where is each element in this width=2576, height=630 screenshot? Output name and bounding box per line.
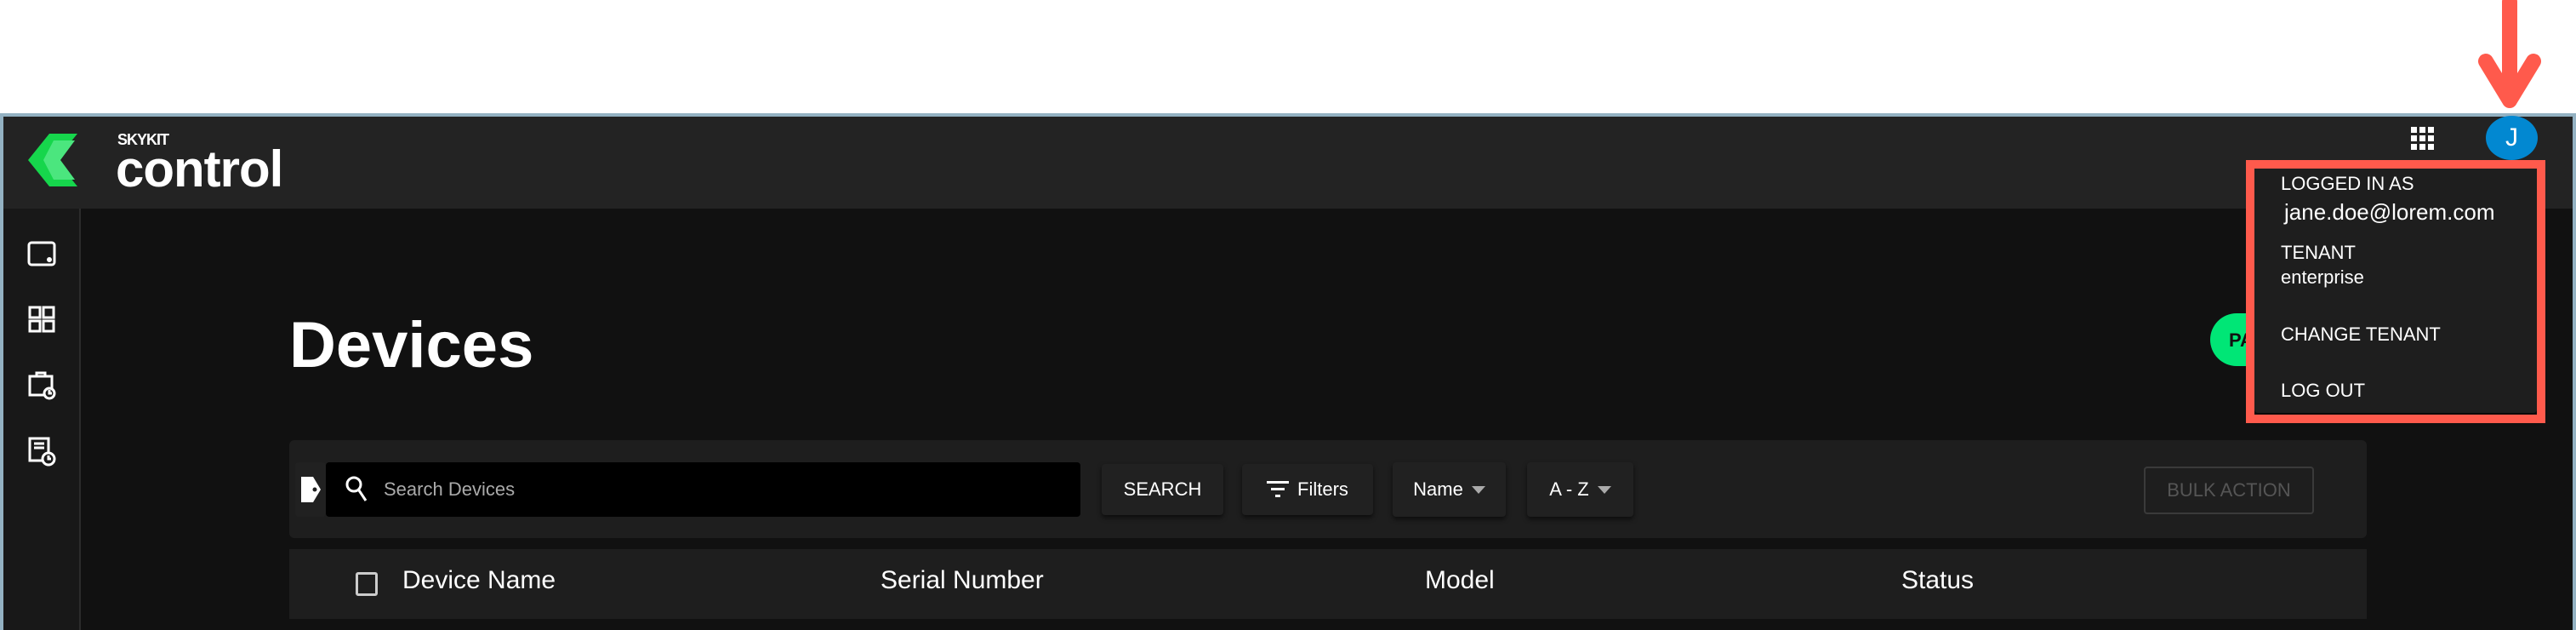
column-status[interactable]: Status: [1901, 566, 1974, 595]
column-serial-number[interactable]: Serial Number: [881, 566, 1044, 595]
chevron-down-icon: [1471, 485, 1485, 494]
annotation-arrow-icon: [2478, 0, 2541, 108]
brand-name: control: [116, 140, 283, 198]
search-icon: [345, 476, 368, 501]
page-title: Devices: [289, 309, 534, 381]
search-button[interactable]: SEARCH: [1102, 464, 1223, 515]
tag-icon: [301, 477, 321, 502]
avatar-initial: J: [2505, 123, 2518, 152]
history-report-icon[interactable]: [26, 436, 57, 467]
sort-order-select[interactable]: A - Z: [1527, 462, 1633, 517]
scheduled-work-icon[interactable]: [26, 369, 57, 400]
tag-button[interactable]: [295, 462, 326, 517]
sort-field-value: Name: [1413, 478, 1463, 500]
filters-label: Filters: [1297, 478, 1348, 500]
column-model[interactable]: Model: [1425, 566, 1495, 595]
table-header: [289, 549, 2367, 619]
search-button-label: SEARCH: [1123, 478, 1202, 500]
sort-field-select[interactable]: Name: [1393, 462, 1506, 517]
chevron-down-icon: [1597, 485, 1611, 494]
top-bar: [3, 117, 2573, 209]
grid-icon[interactable]: [2411, 127, 2434, 150]
sidebar: [3, 209, 81, 630]
user-avatar[interactable]: J: [2486, 116, 2538, 160]
bulk-action-button[interactable]: BULK ACTION: [2144, 467, 2314, 514]
device-icon[interactable]: [26, 238, 57, 269]
dashboard-icon[interactable]: [26, 304, 57, 335]
column-device-name[interactable]: Device Name: [402, 566, 556, 595]
select-all-checkbox[interactable]: [356, 572, 378, 596]
sort-order-value: A - Z: [1549, 478, 1589, 500]
search-input[interactable]: [326, 462, 1080, 517]
annotation-highlight-box: [2246, 160, 2545, 423]
filter-icon: [1267, 481, 1290, 497]
skykit-logo-icon: [28, 134, 77, 186]
filters-button[interactable]: Filters: [1242, 464, 1373, 515]
